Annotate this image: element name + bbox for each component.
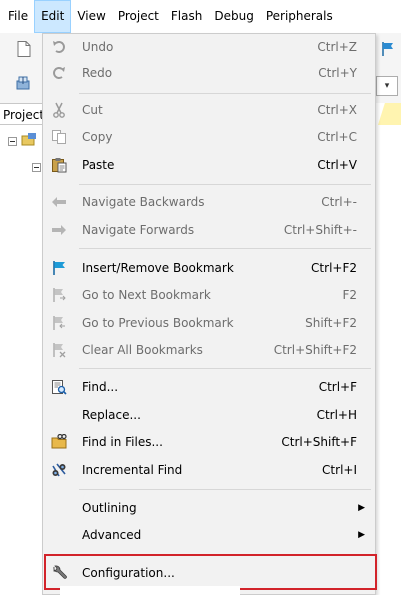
menu-debug[interactable]: Debug <box>208 0 259 33</box>
left-toolbar <box>0 33 42 103</box>
menu-item-shortcut: Ctrl+I <box>322 463 357 477</box>
build-icon[interactable] <box>14 73 34 93</box>
menu-item-find[interactable]: Find... Ctrl+F <box>43 374 375 400</box>
menu-item-label: Incremental Find <box>82 463 183 477</box>
bookmark-flag-icon <box>50 260 68 276</box>
menu-item-shortcut: Ctrl+Z <box>317 40 357 54</box>
tree-expander[interactable] <box>8 137 17 149</box>
menu-flash[interactable]: Flash <box>165 0 208 33</box>
menu-separator <box>79 184 371 185</box>
menu-item-label: Copy <box>82 130 113 144</box>
clipboard-icon <box>50 157 68 173</box>
arrow-left-icon <box>50 194 68 210</box>
menu-item-label: Find in Files... <box>82 435 163 449</box>
menu-item-shortcut: Ctrl+F <box>318 380 357 394</box>
menu-item-label: Navigate Backwards <box>82 195 205 209</box>
menu-item-configuration[interactable]: Configuration... <box>43 560 375 586</box>
menu-item-navigate-backwards[interactable]: Navigate Backwards Ctrl+- <box>43 189 375 215</box>
menu-item-label: Navigate Forwards <box>82 223 195 237</box>
menu-item-navigate-forwards[interactable]: Navigate Forwards Ctrl+Shift+- <box>43 217 375 243</box>
combo-dropdown-icon[interactable]: ▾ <box>376 76 398 96</box>
menu-item-shortcut: Ctrl+- <box>321 195 357 209</box>
menu-item-undo[interactable]: Undo Ctrl+Z <box>43 34 375 60</box>
menu-item-label: Find... <box>82 380 119 394</box>
tab-project[interactable]: Project <box>0 103 42 125</box>
menu-item-label: Go to Next Bookmark <box>82 288 211 302</box>
menu-item-shortcut: Ctrl+Shift+- <box>283 223 357 237</box>
arrow-right-icon <box>50 222 68 238</box>
menu-separator <box>79 93 371 94</box>
project-icon <box>20 133 38 150</box>
menu-item-label: Configuration... <box>82 566 175 580</box>
menu-item-shortcut: Ctrl+C <box>317 130 357 144</box>
submenu-arrow-icon: ▶ <box>358 530 365 540</box>
menu-item-label: Advanced <box>82 528 142 542</box>
menu-item-paste[interactable]: Paste Ctrl+V <box>43 152 375 178</box>
submenu-arrow-icon: ▶ <box>358 503 365 513</box>
bookmark-clear-icon <box>50 342 68 358</box>
menu-item-previous-bookmark[interactable]: Go to Previous Bookmark Shift+F2 <box>43 310 375 336</box>
edit-menu-dropdown: Undo Ctrl+Z Redo Ctrl+Y Cut Ctrl+X Copy <box>42 33 376 595</box>
background-peek <box>60 586 240 595</box>
menu-item-label: Clear All Bookmarks <box>82 343 203 357</box>
menu-separator <box>79 554 371 555</box>
menu-item-shortcut: Ctrl+Y <box>318 66 357 80</box>
copy-icon <box>50 129 68 145</box>
menu-item-label: Replace... <box>82 408 141 422</box>
menu-item-label: Cut <box>82 103 103 117</box>
menu-item-shortcut: Ctrl+Shift+F <box>281 435 357 449</box>
bookmark-prev-icon <box>50 315 68 331</box>
menu-item-shortcut: Ctrl+X <box>317 103 357 117</box>
menu-separator <box>79 489 371 490</box>
menu-separator <box>79 368 371 369</box>
menu-item-shortcut: Ctrl+H <box>316 408 357 422</box>
undo-icon <box>50 39 68 55</box>
find-in-files-icon <box>50 434 68 450</box>
menu-bar: File Edit View Project Flash Debug Perip… <box>0 0 401 33</box>
menu-item-label: Insert/Remove Bookmark <box>82 261 234 275</box>
menu-separator <box>79 248 371 249</box>
binoculars-icon <box>50 462 68 478</box>
menu-item-advanced[interactable]: Advanced ▶ <box>43 522 375 548</box>
project-tree <box>0 125 42 595</box>
menu-item-label: Go to Previous Bookmark <box>82 316 234 330</box>
flag-icon[interactable] <box>380 41 396 60</box>
menu-file[interactable]: File <box>0 0 34 33</box>
menu-item-shortcut: Shift+F2 <box>305 316 357 330</box>
menu-item-shortcut: Ctrl+F2 <box>311 261 357 275</box>
menu-item-label: Redo <box>82 66 113 80</box>
menu-peripherals[interactable]: Peripherals <box>260 0 339 33</box>
menu-item-copy[interactable]: Copy Ctrl+C <box>43 124 375 150</box>
new-file-icon[interactable] <box>14 39 34 59</box>
tree-expander-2[interactable] <box>32 163 41 175</box>
redo-icon <box>50 65 68 81</box>
menu-view[interactable]: View <box>71 0 111 33</box>
menu-item-incremental-find[interactable]: Incremental Find Ctrl+I <box>43 457 375 483</box>
menu-project[interactable]: Project <box>112 0 165 33</box>
menu-item-replace[interactable]: Replace... Ctrl+H <box>43 402 375 428</box>
menu-item-redo[interactable]: Redo Ctrl+Y <box>43 60 375 86</box>
menu-item-shortcut: Ctrl+Shift+F2 <box>273 343 357 357</box>
scissors-icon <box>50 102 68 118</box>
menu-item-find-in-files[interactable]: Find in Files... Ctrl+Shift+F <box>43 429 375 455</box>
menu-item-clear-bookmarks[interactable]: Clear All Bookmarks Ctrl+Shift+F2 <box>43 337 375 363</box>
menu-item-insert-remove-bookmark[interactable]: Insert/Remove Bookmark Ctrl+F2 <box>43 255 375 281</box>
menu-item-next-bookmark[interactable]: Go to Next Bookmark F2 <box>43 282 375 308</box>
menu-item-label: Outlining <box>82 501 137 515</box>
bookmark-next-icon <box>50 287 68 303</box>
menu-item-outlining[interactable]: Outlining ▶ <box>43 495 375 521</box>
menu-item-shortcut: Ctrl+V <box>317 158 357 172</box>
ide-window: File Edit View Project Flash Debug Perip… <box>0 0 401 595</box>
menu-item-label: Paste <box>82 158 115 172</box>
find-icon <box>50 379 68 395</box>
editor-area <box>376 103 401 595</box>
menu-item-cut[interactable]: Cut Ctrl+X <box>43 97 375 123</box>
menu-item-shortcut: F2 <box>342 288 357 302</box>
menu-item-label: Undo <box>82 40 114 54</box>
wrench-icon <box>50 565 68 581</box>
menu-edit[interactable]: Edit <box>34 0 72 33</box>
